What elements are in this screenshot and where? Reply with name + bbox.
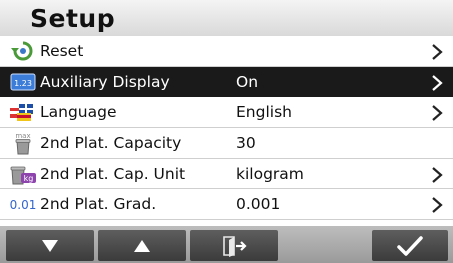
kg-icon-text: kg <box>24 174 34 183</box>
menu-item-value: 0.001 <box>236 195 281 214</box>
chevron-right-icon <box>432 74 443 91</box>
menu-item-label: 2nd Plat. Capacity <box>40 134 182 153</box>
chevron-right-icon <box>432 197 443 214</box>
menu-item-label: 2nd Plat. Cap. Unit <box>40 164 186 183</box>
unit-kg-icon: kg <box>6 163 40 185</box>
language-flags-icon <box>6 101 40 123</box>
graduation-icon: 0.01 <box>6 193 40 215</box>
page-title: Setup <box>30 4 116 33</box>
chevron-right-icon <box>432 166 443 183</box>
menu-item-value: kilogram <box>236 164 304 183</box>
exit-button[interactable] <box>190 230 278 261</box>
auxiliary-display-icon-text: 1.23 <box>14 79 32 88</box>
max-capacity-icon: max <box>6 132 40 155</box>
menu-item-2nd-plat-grad[interactable]: 0.01 2nd Plat. Grad. 0.001 <box>0 189 453 221</box>
checkmark-icon <box>397 235 423 256</box>
up-button[interactable] <box>98 230 186 261</box>
menu-item-label: Language <box>40 103 117 122</box>
menu-item-value: English <box>236 103 292 122</box>
menu-item-value: On <box>236 72 259 91</box>
menu-item-auxiliary-display[interactable]: 1.23 Auxiliary Display On <box>0 66 453 98</box>
menu-item-label: Auxiliary Display <box>40 72 170 91</box>
menu-item-2nd-plat-capacity[interactable]: max 2nd Plat. Capacity 30 <box>0 128 453 159</box>
chevron-right-icon <box>432 44 443 60</box>
auxiliary-display-icon: 1.23 <box>6 71 40 93</box>
max-icon-text: max <box>15 132 30 140</box>
menu-item-reset[interactable]: Reset <box>0 36 453 67</box>
reset-icon <box>6 40 40 62</box>
up-arrow-icon <box>134 239 150 252</box>
header-bar: Setup <box>0 0 453 36</box>
exit-icon <box>223 235 247 257</box>
down-button[interactable] <box>6 230 94 261</box>
graduation-icon-text: 0.01 <box>10 198 37 212</box>
menu-item-value: 30 <box>236 134 256 153</box>
down-arrow-icon <box>42 239 58 252</box>
menu-item-label: 2nd Plat. Grad. <box>40 195 157 214</box>
footer-toolbar <box>0 226 453 263</box>
menu-item-2nd-plat-cap-unit[interactable]: kg 2nd Plat. Cap. Unit kilogram <box>0 158 453 190</box>
menu-item-language[interactable]: Language English <box>0 97 453 129</box>
menu-item-label: Reset <box>40 42 84 60</box>
setup-menu: Reset 1.23 Auxiliary Display On Language… <box>0 36 453 221</box>
chevron-right-icon <box>432 105 443 122</box>
confirm-button[interactable] <box>372 230 448 261</box>
